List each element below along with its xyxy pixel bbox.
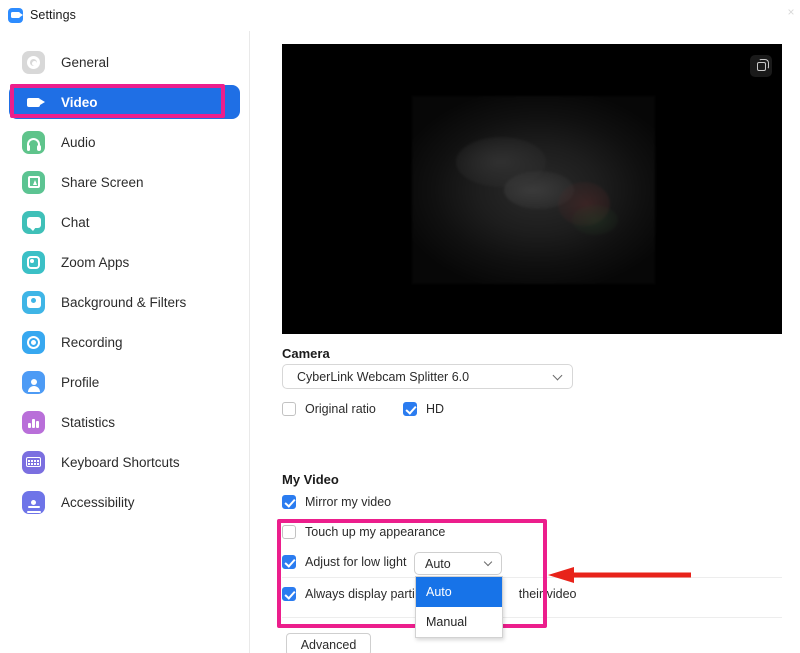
my-video-section-title: My Video: [282, 472, 339, 487]
video-camera-icon: [22, 91, 45, 114]
sidebar-item-label: Accessibility: [61, 494, 135, 510]
left-pointing-arrow: [548, 567, 691, 583]
statistics-bars-icon: [22, 410, 45, 434]
sidebar-item-label: Recording: [61, 334, 123, 350]
window-title-bar: Settings ×: [0, 0, 800, 30]
mirror-video-checkbox-row[interactable]: Mirror my video: [282, 495, 391, 509]
mirror-video-checkbox[interactable]: [282, 495, 296, 509]
dropdown-option-auto[interactable]: Auto: [416, 577, 502, 607]
close-icon[interactable]: ×: [784, 4, 798, 20]
sidebar-item-label: Chat: [61, 214, 90, 230]
sidebar: General Video Audio Share Screen Chat Zo…: [0, 31, 250, 653]
background-filters-icon: [22, 290, 45, 314]
profile-person-icon: [22, 370, 45, 394]
low-light-mode-select[interactable]: Auto: [414, 552, 502, 575]
hd-checkbox-row[interactable]: HD: [403, 402, 444, 416]
sidebar-item-label: Share Screen: [61, 174, 144, 190]
sidebar-item-label: Keyboard Shortcuts: [61, 454, 180, 470]
sidebar-item-label: Statistics: [61, 414, 116, 430]
video-preview: [282, 44, 782, 334]
touch-up-checkbox[interactable]: [282, 525, 296, 539]
sidebar-item-profile[interactable]: Profile: [9, 365, 240, 399]
low-light-checkbox[interactable]: [282, 555, 296, 569]
touch-up-label: Touch up my appearance: [305, 525, 446, 539]
advanced-button[interactable]: Advanced: [286, 633, 371, 653]
sidebar-item-statistics[interactable]: Statistics: [9, 405, 240, 439]
chevron-down-icon: [552, 370, 563, 381]
headphones-icon: [22, 130, 45, 154]
sidebar-item-label: Zoom Apps: [61, 254, 130, 270]
mirror-video-label: Mirror my video: [305, 495, 392, 509]
touch-up-checkbox-row[interactable]: Touch up my appearance: [282, 525, 445, 539]
sidebar-item-audio[interactable]: Audio: [9, 125, 240, 159]
webcam-feed-image: [412, 96, 655, 284]
sidebar-item-label: Audio: [61, 134, 96, 150]
settings-content: Camera CyberLink Webcam Splitter 6.0 Ori…: [251, 31, 800, 653]
divider: [282, 617, 782, 618]
chat-bubble-icon: [22, 210, 45, 234]
dropdown-option-manual[interactable]: Manual: [416, 607, 502, 637]
settings-window: Settings × General Video Audio Share Scr…: [0, 0, 800, 653]
camera-device-value: CyberLink Webcam Splitter 6.0: [297, 369, 470, 384]
zoom-camera-icon: [8, 7, 23, 23]
sidebar-item-general[interactable]: General: [9, 45, 240, 79]
original-ratio-checkbox-row[interactable]: Original ratio: [282, 402, 376, 416]
camera-device-select[interactable]: CyberLink Webcam Splitter 6.0: [282, 364, 573, 389]
low-light-label: Adjust for low light: [305, 555, 407, 569]
low-light-mode-dropdown[interactable]: Auto Manual: [415, 576, 503, 638]
hd-label: HD: [426, 402, 445, 416]
always-display-name-checkbox[interactable]: [282, 587, 296, 601]
original-ratio-label: Original ratio: [305, 402, 376, 416]
rotate-camera-icon[interactable]: [750, 55, 772, 77]
sidebar-item-share-screen[interactable]: Share Screen: [9, 165, 240, 199]
share-screen-icon: [22, 170, 45, 194]
divider: [282, 577, 782, 578]
sidebar-item-zoom-apps[interactable]: Zoom Apps: [9, 245, 240, 279]
always-display-name-label-left: Always display partici: [305, 587, 424, 601]
recording-icon: [22, 330, 45, 354]
gear-icon: [22, 50, 45, 74]
sidebar-item-chat[interactable]: Chat: [9, 205, 240, 239]
low-light-checkbox-row[interactable]: Adjust for low light: [282, 555, 406, 569]
sidebar-item-video[interactable]: Video: [9, 85, 240, 119]
sidebar-item-recording[interactable]: Recording: [9, 325, 240, 359]
accessibility-icon: [22, 490, 45, 514]
sidebar-item-label: Profile: [61, 374, 100, 390]
keyboard-icon: [22, 450, 45, 474]
always-display-name-label-right: their video: [518, 587, 577, 601]
sidebar-item-label: Video: [61, 94, 98, 110]
chevron-down-icon: [483, 557, 493, 567]
page-title: Settings: [30, 8, 76, 22]
sidebar-item-label: General: [61, 54, 110, 70]
low-light-mode-value: Auto: [425, 556, 451, 571]
original-ratio-checkbox[interactable]: [282, 402, 296, 416]
zoom-apps-icon: [22, 250, 45, 274]
hd-checkbox[interactable]: [403, 402, 417, 416]
sidebar-item-background-filters[interactable]: Background & Filters: [9, 285, 240, 319]
sidebar-item-accessibility[interactable]: Accessibility: [9, 485, 240, 519]
camera-section-title: Camera: [282, 346, 330, 361]
sidebar-item-label: Background & Filters: [61, 294, 187, 310]
sidebar-item-keyboard-shortcuts[interactable]: Keyboard Shortcuts: [9, 445, 240, 479]
